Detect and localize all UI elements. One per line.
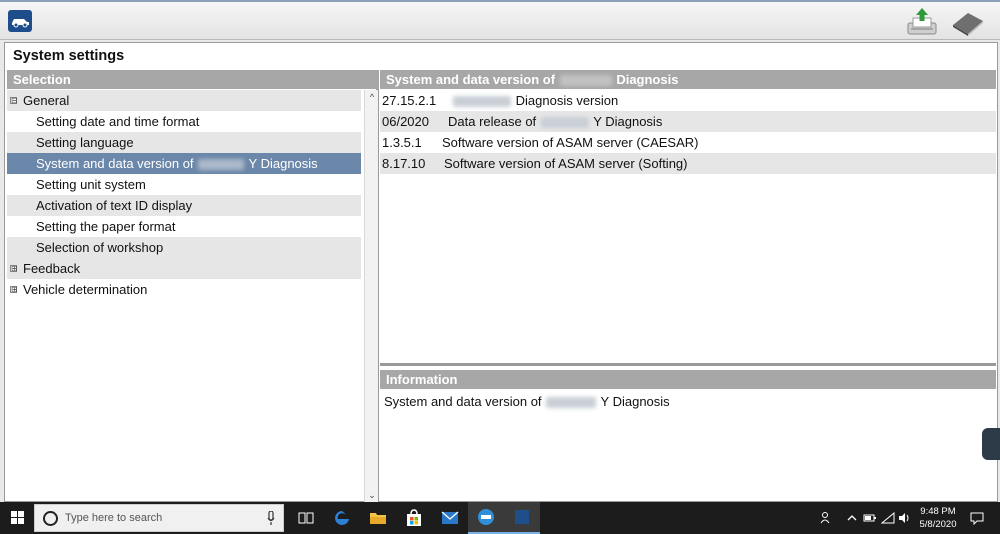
details-panel: System and data version of Diagnosis 27.…: [380, 70, 996, 502]
version-row: 27.15.2.1 Diagnosis version: [380, 90, 996, 111]
version-description: Software version of ASAM server (CAESAR): [442, 135, 699, 150]
tree-item-unit-system[interactable]: Setting unit system: [7, 174, 361, 195]
chevron-down-icon[interactable]: ⌄: [365, 488, 379, 502]
redacted-text: [559, 75, 612, 87]
volume-icon[interactable]: [897, 502, 913, 534]
tree-item-date-time-format[interactable]: Setting date and time format: [7, 111, 361, 132]
version-number: 1.3.5.1: [382, 135, 422, 150]
version-description-text: Diagnosis version: [515, 93, 619, 108]
version-number: 27.15.2.1: [382, 93, 437, 108]
top-toolbar: [0, 0, 1000, 40]
redacted-text: [546, 397, 597, 409]
notification-icon[interactable]: [966, 502, 988, 534]
book-icon[interactable]: [950, 9, 986, 37]
details-header-end: Diagnosis: [616, 72, 679, 87]
mail-icon[interactable]: [432, 502, 468, 534]
redacted-text: [540, 117, 589, 129]
information-text-end: Y Diagnosis: [600, 394, 670, 409]
tree-item-label: Setting unit system: [36, 177, 146, 192]
search-placeholder: Type here to search: [65, 512, 163, 524]
collapse-icon[interactable]: ⊟: [10, 97, 18, 105]
tree-scrollbar[interactable]: ^ ⌄: [364, 90, 378, 502]
search-circle-icon: [43, 511, 58, 526]
tree-item-paper-format[interactable]: Setting the paper format: [7, 216, 361, 237]
version-description: Diagnosis version: [452, 90, 618, 111]
chevron-up-icon[interactable]: [845, 502, 859, 534]
print-upload-icon[interactable]: [906, 7, 938, 37]
car-logo-icon[interactable]: [8, 10, 32, 32]
selection-header: Selection: [7, 70, 379, 89]
clock-time: 9:48 PM: [920, 506, 956, 517]
people-icon[interactable]: [818, 502, 836, 534]
tree-item-label-start: System and data version of: [36, 156, 194, 171]
wifi-icon[interactable]: [880, 502, 896, 534]
version-list: 27.15.2.1 Diagnosis version 06/2020 Data…: [380, 90, 996, 366]
tree-item-label: Vehicle determination: [23, 282, 148, 297]
tree-item-feedback[interactable]: ⊞ Feedback: [7, 258, 361, 279]
tree-item-label: Setting language: [36, 135, 134, 150]
store-icon[interactable]: [396, 502, 432, 534]
xentry-app-icon[interactable]: [468, 502, 504, 534]
version-row: 06/2020 Data release of Y Diagnosis: [380, 111, 996, 132]
information-text: System and data version of Y Diagnosis: [384, 394, 670, 409]
clock-date: 5/8/2020: [919, 519, 957, 530]
version-number: 06/2020: [382, 114, 429, 129]
details-header: System and data version of Diagnosis: [380, 70, 996, 89]
tree-item-label: Feedback: [23, 261, 81, 276]
tree-item-text-id-display[interactable]: Activation of text ID display: [7, 195, 361, 216]
page-title: System settings: [13, 48, 125, 64]
settings-tree: ⊟ General Setting date and time format S…: [7, 90, 363, 502]
tree-item-general[interactable]: ⊟ General: [7, 90, 361, 111]
expand-icon[interactable]: ⊞: [10, 286, 18, 294]
app-window: System settings Selection ⊟ General Sett…: [0, 0, 1000, 534]
information-text-start: System and data version of: [384, 394, 542, 409]
chevron-up-icon[interactable]: ^: [365, 90, 379, 104]
app-icon[interactable]: [504, 502, 540, 534]
microphone-icon[interactable]: [267, 511, 275, 525]
version-row: 8.17.10 Software version of ASAM server …: [380, 153, 996, 174]
information-header: Information: [380, 370, 996, 389]
tree-item-label-end: Y Diagnosis: [248, 156, 318, 171]
redacted-text: [453, 96, 511, 108]
tree-item-label: Setting the paper format: [36, 219, 176, 234]
edge-browser-icon[interactable]: [324, 502, 360, 534]
version-description: Software version of ASAM server (Softing…: [444, 156, 688, 171]
tree-item-workshop[interactable]: Selection of workshop: [7, 237, 361, 258]
tree-item-label: Setting date and time format: [36, 114, 200, 129]
task-view-icon[interactable]: [288, 502, 324, 534]
tree-item-label: Activation of text ID display: [36, 198, 193, 213]
side-tab-handle[interactable]: [982, 428, 1000, 460]
file-explorer-icon[interactable]: [360, 502, 396, 534]
taskbar-clock[interactable]: 9:48 PM 5/8/2020: [913, 505, 963, 531]
tree-item-language[interactable]: Setting language: [7, 132, 361, 153]
selection-panel: Selection ⊟ General Setting date and tim…: [7, 70, 379, 502]
tree-item-vehicle-determination[interactable]: ⊞ Vehicle determination: [7, 279, 361, 300]
version-description-text: Data release of: [448, 114, 537, 129]
version-number: 8.17.10: [382, 156, 426, 171]
battery-icon[interactable]: [862, 502, 878, 534]
version-row: 1.3.5.1 Software version of ASAM server …: [380, 132, 996, 153]
taskbar-search[interactable]: Type here to search: [34, 504, 284, 532]
settings-window: System settings Selection ⊟ General Sett…: [4, 42, 998, 502]
tree-item-label: Selection of workshop: [36, 240, 164, 255]
taskbar: Type here to search 9:48 PM 5/8/2020: [0, 502, 1000, 534]
tree-item-label: General: [23, 93, 70, 108]
expand-icon[interactable]: ⊞: [10, 265, 18, 273]
details-header-start: System and data version of: [386, 72, 556, 87]
version-description: Data release of Y Diagnosis: [448, 111, 662, 132]
windows-logo-icon[interactable]: [0, 502, 34, 534]
version-description-text-end: Y Diagnosis: [593, 114, 663, 129]
redacted-text: [198, 159, 245, 171]
tree-item-system-data-version[interactable]: System and data version of Y Diagnosis: [7, 153, 361, 174]
